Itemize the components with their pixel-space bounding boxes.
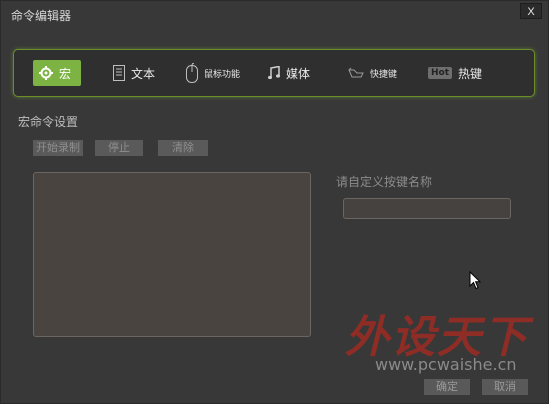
tab-macro-label: 宏 xyxy=(59,66,72,81)
clear-button[interactable]: 清除 xyxy=(158,140,208,156)
window-title: 命令编辑器 xyxy=(11,9,72,23)
mouse-icon xyxy=(186,63,198,83)
tab-mouse-function[interactable]: 鼠标功能 xyxy=(186,60,240,86)
ok-button[interactable]: 确定 xyxy=(424,379,470,395)
shortcut-icon xyxy=(348,67,364,79)
tab-mouse-function-label: 鼠标功能 xyxy=(204,69,241,80)
macro-section-title: 宏命令设置 xyxy=(18,115,79,129)
tab-shortcut-label: 快捷键 xyxy=(370,69,398,80)
mouse-cursor-icon xyxy=(469,270,482,294)
tab-macro[interactable]: 宏 xyxy=(33,60,82,86)
tab-hotkey-label: 热键 xyxy=(458,66,483,81)
tab-media-label: 媒体 xyxy=(286,66,311,81)
tab-hotkey[interactable]: Hot 热键 xyxy=(428,60,482,86)
stop-button[interactable]: 停止 xyxy=(95,140,143,156)
title-bar: 命令编辑器 X xyxy=(1,1,549,29)
close-button[interactable]: X xyxy=(520,3,542,19)
macro-list[interactable] xyxy=(33,172,311,337)
tab-text-label: 文本 xyxy=(131,66,156,81)
watermark: 外设天下 www.pcwaishe.cn xyxy=(345,301,529,374)
command-editor-window: 命令编辑器 X 宏 文本 鼠标功能 媒体 快捷键 Hot 热键 宏命令设置 开始… xyxy=(0,0,549,404)
category-toolbar: 宏 文本 鼠标功能 媒体 快捷键 Hot 热键 xyxy=(13,49,535,97)
tab-text[interactable]: 文本 xyxy=(113,60,155,86)
tab-media[interactable]: 媒体 xyxy=(268,60,310,86)
gear-icon xyxy=(39,66,53,80)
start-record-button[interactable]: 开始录制 xyxy=(33,140,83,156)
key-name-label: 请自定义按键名称 xyxy=(336,175,433,189)
music-note-icon xyxy=(268,66,280,80)
tab-shortcut[interactable]: 快捷键 xyxy=(348,60,397,86)
cancel-button[interactable]: 取消 xyxy=(482,379,528,395)
document-icon xyxy=(113,65,125,81)
key-name-input[interactable] xyxy=(343,198,511,219)
watermark-url: www.pcwaishe.cn xyxy=(375,355,517,374)
hot-badge-icon: Hot xyxy=(428,67,453,79)
